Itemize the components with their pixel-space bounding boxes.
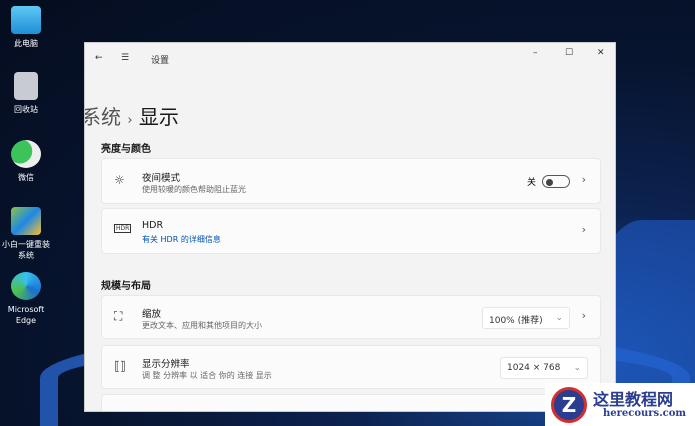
- toggle-state: 关: [526, 178, 536, 188]
- desktop-icon-wechat[interactable]: 微信: [0, 140, 52, 183]
- edge-icon: [11, 272, 41, 300]
- chevron-down-icon: ⌄: [573, 363, 581, 373]
- resolution-row[interactable]: ⟦⟧ 显示分辨率 调 整 分辨率 以 适合 你的 连接 显示 1024 × 76…: [101, 345, 601, 389]
- minimize-button[interactable]: –: [533, 48, 538, 58]
- window-title: 设置: [151, 56, 170, 66]
- breadcrumb: 系统 › 显示: [85, 101, 179, 130]
- recycle-bin-icon: [14, 72, 38, 100]
- maximize-button[interactable]: ☐: [565, 48, 573, 58]
- night-light-toggle[interactable]: [542, 175, 570, 188]
- watermark-logo-icon: Z: [551, 387, 587, 423]
- section-title: 规模与布局: [101, 281, 151, 292]
- breadcrumb-parent[interactable]: 系统: [85, 105, 121, 129]
- xiaobai-icon: [11, 207, 41, 235]
- resolution-dropdown[interactable]: 1024 × 768 ⌄: [500, 357, 588, 379]
- menu-icon[interactable]: ☰: [121, 53, 129, 63]
- scale-row[interactable]: ⛶ 缩放 更改文本、应用和其他项目的大小 100% (推荐) ⌄ ›: [101, 295, 601, 339]
- desktop-icon-edge[interactable]: Microsoft Edge: [0, 272, 52, 326]
- orientation-row[interactable]: [101, 394, 601, 411]
- page-title: 显示: [138, 105, 179, 129]
- chevron-right-icon: ›: [581, 309, 586, 322]
- hdr-icon: HDR: [114, 224, 132, 233]
- title-bar: ← ☰ 设置 – ☐ ✕: [85, 43, 615, 75]
- sun-icon: ☼: [114, 173, 125, 187]
- chevron-right-icon: ›: [581, 173, 586, 186]
- desktop-icon-recycle-bin[interactable]: 回收站: [0, 72, 52, 115]
- settings-window: ← ☰ 设置 – ☐ ✕ 系统 › 显示 亮度与颜色 ☼ 夜间模式 使用较暖的颜…: [84, 42, 616, 412]
- desktop-icon-xiaobai[interactable]: 小白一键重装系统: [0, 207, 52, 261]
- watermark: Z 这里教程网 herecours.com: [545, 383, 695, 426]
- desktop-icon-this-pc[interactable]: 此电脑: [0, 6, 52, 49]
- scale-icon: ⛶: [114, 309, 123, 323]
- scale-dropdown[interactable]: 100% (推荐) ⌄: [482, 307, 570, 329]
- wechat-icon: [11, 140, 41, 168]
- section-title: 亮度与颜色: [101, 144, 151, 155]
- chevron-right-icon: ›: [581, 223, 586, 236]
- chevron-down-icon: ⌄: [555, 313, 563, 323]
- back-icon[interactable]: ←: [95, 53, 103, 63]
- close-button[interactable]: ✕: [597, 48, 605, 58]
- resolution-icon: ⟦⟧: [114, 359, 126, 373]
- hdr-row[interactable]: HDR HDR 有关 HDR 的详细信息 ›: [101, 208, 601, 254]
- night-light-row[interactable]: ☼ 夜间模式 使用较暖的颜色帮助阻止蓝光 关 ›: [101, 158, 601, 204]
- monitor-icon: [11, 6, 41, 34]
- hdr-info-link[interactable]: 有关 HDR 的详细信息: [142, 234, 221, 245]
